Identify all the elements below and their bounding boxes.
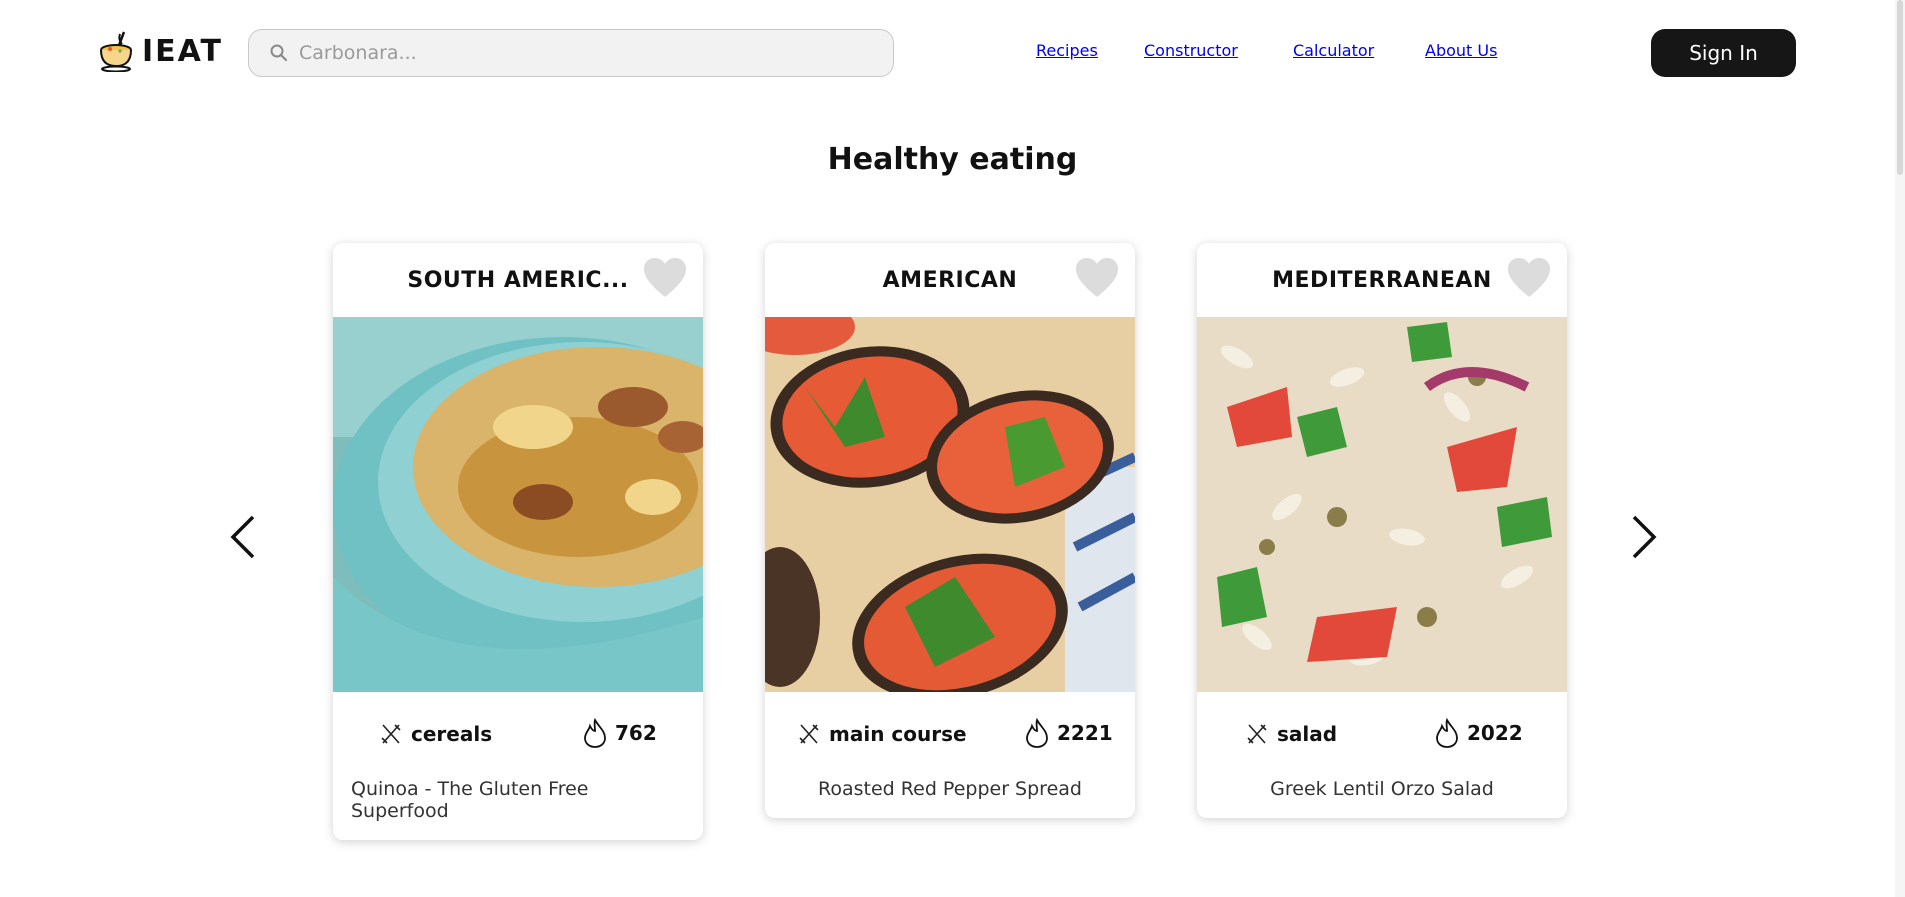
page-scrollbar[interactable] [1895,0,1905,897]
section-title: Healthy eating [827,142,1078,177]
nav-constructor[interactable]: Constructor [1144,41,1238,60]
calories-value: 2022 [1467,721,1523,745]
card-calories: 762 [583,718,657,748]
heart-icon[interactable] [643,257,687,299]
search-bar[interactable] [248,29,894,77]
search-icon [270,44,288,62]
fork-knife-icon [1247,724,1267,744]
card-cuisine: AMERICAN [882,267,1018,293]
flame-icon [1436,718,1458,748]
card-calories: 2022 [1435,718,1523,748]
card-header: AMERICAN [765,243,1135,317]
nav-about-us[interactable]: About Us [1425,41,1497,60]
card-header: MEDITERRANEAN [1197,243,1567,317]
chevron-right-icon [1632,515,1657,559]
category-label: cereals [411,722,493,746]
sign-in-button[interactable]: Sign In [1651,29,1796,77]
recipe-title[interactable]: Greek Lentil Orzo Salad [1197,778,1567,818]
logo-text: IEAT [142,33,224,69]
card-category: salad [1245,722,1337,746]
recipe-card[interactable]: SOUTH AMERIC... cereals 762 Quinoa - The… [333,243,703,840]
fork-knife-icon [799,724,819,744]
card-cuisine: MEDITERRANEAN [1272,267,1492,293]
heart-icon[interactable] [1075,257,1119,299]
card-category: cereals [379,722,492,746]
card-cuisine: SOUTH AMERIC... [407,267,629,293]
nav-calculator[interactable]: Calculator [1293,41,1374,60]
card-meta: salad 2022 [1197,692,1567,778]
recipe-image[interactable] [765,317,1135,692]
flame-icon [1026,718,1048,748]
recipe-card[interactable]: AMERICAN main course 2221 Roasted Red Pe… [765,243,1135,818]
recipe-image[interactable] [333,317,703,692]
nav-recipes[interactable]: Recipes [1036,41,1098,60]
carousel-next-button[interactable] [1622,512,1662,562]
calories-value: 2221 [1057,721,1113,745]
card-header: SOUTH AMERIC... [333,243,703,317]
search-input[interactable] [299,42,879,64]
card-meta: cereals 762 [333,692,703,778]
recipe-title[interactable]: Roasted Red Pepper Spread [765,778,1135,818]
card-calories: 2221 [1025,718,1113,748]
chevron-left-icon [230,515,255,559]
fork-knife-icon [381,724,401,744]
flame-icon [584,718,606,748]
recipe-title[interactable]: Quinoa - The Gluten Free Superfood [333,778,703,840]
top-header: IEAT Recipes Constructor Calculator Abou… [0,0,1905,106]
recipe-card[interactable]: MEDITERRANEAN salad 2022 Greek Lentil Or… [1197,243,1567,818]
logo[interactable]: IEAT [98,30,223,72]
heart-icon[interactable] [1507,257,1551,299]
calories-value: 762 [615,721,657,745]
category-label: salad [1277,722,1338,746]
soup-bowl-icon [100,31,132,72]
category-label: main course [829,722,967,746]
card-category: main course [797,722,967,746]
recipe-image[interactable] [1197,317,1567,692]
carousel-prev-button[interactable] [225,512,265,562]
card-meta: main course 2221 [765,692,1135,778]
